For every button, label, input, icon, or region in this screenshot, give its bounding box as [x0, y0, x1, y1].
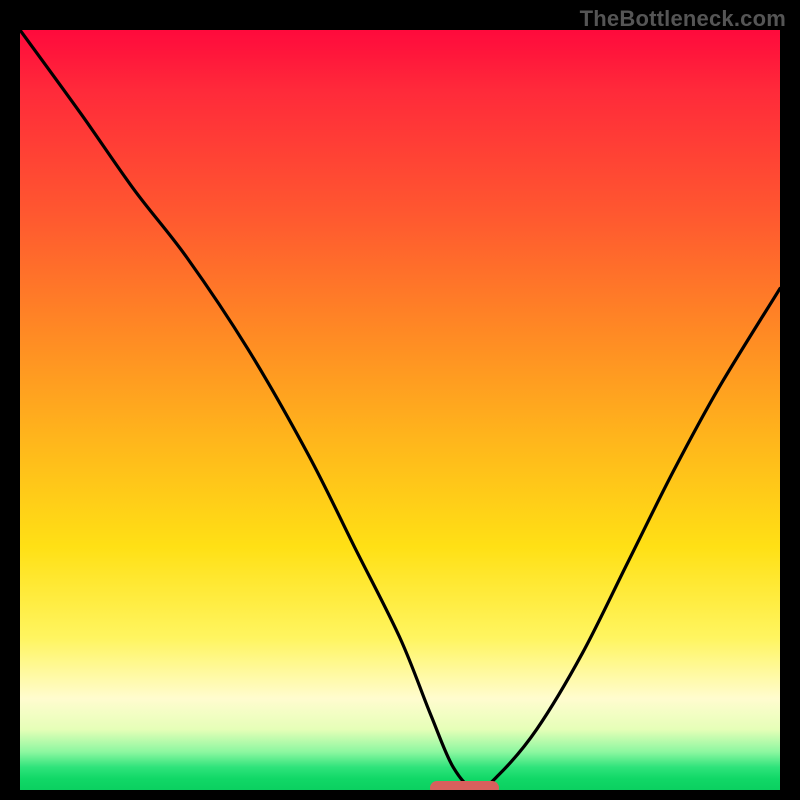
watermark-text: TheBottleneck.com	[580, 6, 786, 32]
bottleneck-curve	[20, 30, 780, 790]
plot-area	[20, 30, 780, 790]
chart-stage: TheBottleneck.com	[0, 0, 800, 800]
optimum-marker	[430, 781, 498, 790]
